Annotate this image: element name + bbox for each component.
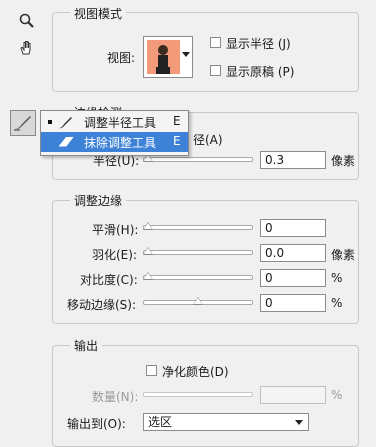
decontaminate-colors-checkbox[interactable]	[146, 365, 157, 376]
output-to-label: 输出到(O):	[67, 417, 126, 431]
menu-item-erase-refinements-tool[interactable]: 抹除调整工具 E	[41, 132, 188, 152]
contrast-input[interactable]: 0	[260, 269, 326, 287]
amount-unit: %	[331, 388, 343, 402]
chevron-down-icon	[182, 52, 190, 57]
smooth-input[interactable]: 0	[260, 219, 326, 237]
brush-icon	[14, 116, 31, 131]
view-thumbnail-image	[147, 40, 180, 74]
contrast-slider-track[interactable]	[143, 275, 253, 280]
shift-edge-label: 移动边缘(S):	[67, 298, 137, 312]
feather-unit: 像素	[331, 248, 356, 262]
output-to-value: 选区	[148, 415, 173, 429]
decontaminate-colors-label: 净化颜色(D)	[162, 365, 229, 379]
menu-item-label: 调整半径工具	[84, 116, 157, 130]
smooth-slider-track[interactable]	[143, 225, 253, 230]
amount-slider-track	[143, 392, 253, 397]
view-mode-group	[52, 12, 359, 92]
smooth-label: 平滑(H):	[92, 223, 139, 237]
smooth-slider-thumb[interactable]	[143, 222, 153, 230]
view-label: 视图:	[107, 51, 136, 65]
radius-slider-track[interactable]	[143, 157, 253, 162]
shift-edge-input[interactable]: 0	[260, 294, 326, 312]
feather-label: 羽化(E):	[92, 248, 137, 262]
view-mode-legend: 视图模式	[70, 5, 127, 22]
menu-item-refine-radius-tool[interactable]: 调整半径工具 E	[41, 112, 188, 132]
show-radius-label: 显示半径 (J)	[226, 37, 291, 51]
output-to-select[interactable]: 选区	[143, 413, 309, 431]
smart-radius-label: 径(A)	[193, 133, 223, 147]
feather-input[interactable]: 0.0	[260, 244, 326, 262]
output-legend: 输出	[70, 337, 103, 354]
feather-slider-thumb[interactable]	[143, 247, 153, 255]
shift-edge-slider-thumb[interactable]	[193, 297, 203, 305]
radius-input[interactable]: 0.3	[260, 151, 326, 169]
menu-item-shortcut: E	[173, 114, 181, 128]
show-original-label: 显示原稿 (P)	[226, 65, 295, 79]
adjust-edge-legend: 调整边缘	[70, 192, 127, 209]
amount-label: 数量(N):	[92, 390, 139, 404]
contrast-slider-thumb[interactable]	[143, 272, 153, 280]
shift-edge-unit: %	[331, 296, 343, 310]
tool-flyout-menu: 调整半径工具 E 抹除调整工具 E	[40, 110, 189, 156]
refine-radius-tool-button[interactable]	[10, 110, 36, 136]
refine-brush-icon	[59, 117, 72, 129]
show-radius-checkbox[interactable]	[210, 37, 221, 48]
feather-slider-track[interactable]	[143, 250, 253, 255]
show-original-checkbox[interactable]	[210, 65, 221, 76]
contrast-unit: %	[331, 271, 343, 285]
menu-item-shortcut: E	[173, 134, 181, 148]
eraser-icon	[59, 136, 74, 147]
contrast-label: 对比度(C):	[80, 273, 138, 287]
hand-tool-icon[interactable]	[18, 39, 36, 57]
chevron-down-icon	[295, 420, 303, 425]
view-thumbnail-dropdown[interactable]	[143, 36, 193, 78]
current-tool-bullet-icon	[48, 120, 52, 124]
zoom-tool-icon[interactable]	[18, 12, 36, 30]
menu-item-label: 抹除调整工具	[84, 136, 157, 150]
radius-unit: 像素	[331, 154, 356, 168]
amount-input	[260, 386, 326, 404]
